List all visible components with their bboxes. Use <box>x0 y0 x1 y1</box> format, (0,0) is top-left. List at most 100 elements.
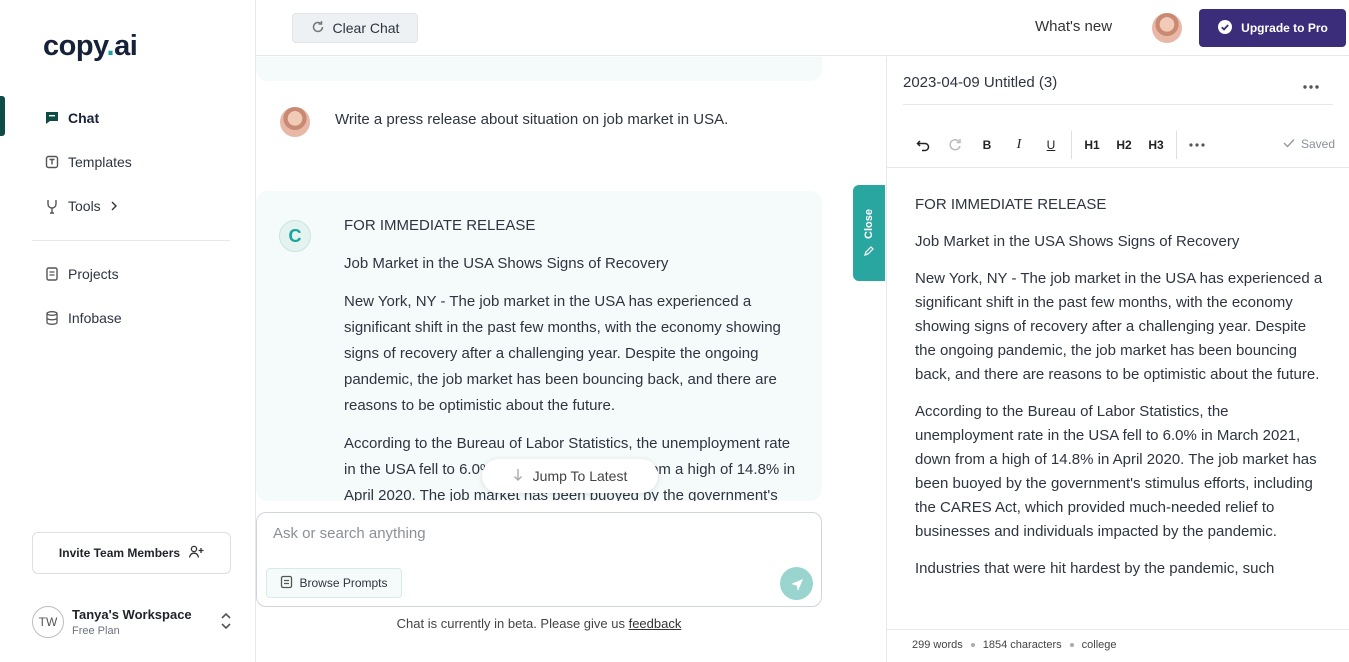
browse-prompts-label: Browse Prompts <box>299 576 388 590</box>
document-body[interactable]: FOR IMMEDIATE RELEASE Job Market in the … <box>915 193 1325 625</box>
upgrade-label: Upgrade to Pro <box>1241 21 1328 35</box>
nav-item-projects[interactable]: Projects <box>0 252 256 296</box>
workspace-info: Tanya's Workspace Free Plan <box>72 607 192 637</box>
close-tab-label: Close <box>863 209 875 239</box>
arrow-down-icon <box>513 468 523 485</box>
check-icon <box>1283 137 1295 151</box>
clear-chat-label: Clear Chat <box>332 20 400 36</box>
chat-panel: Write a press release about situation on… <box>256 57 886 662</box>
template-icon <box>44 154 60 170</box>
chevron-updown-icon <box>220 611 232 636</box>
send-button[interactable] <box>780 567 813 600</box>
italic-button[interactable]: I <box>1003 131 1035 159</box>
chat-input[interactable] <box>273 522 773 544</box>
workspace-name: Tanya's Workspace <box>72 607 192 622</box>
nav-label: Projects <box>68 266 119 282</box>
toolbar-divider-line <box>887 167 1349 168</box>
tools-icon <box>44 198 60 214</box>
database-icon <box>44 310 60 326</box>
whats-new-link[interactable]: What's new <box>1035 18 1112 35</box>
user-message-avatar <box>280 107 310 137</box>
jump-to-latest-button[interactable]: Jump To Latest <box>482 459 658 493</box>
status-divider <box>887 629 1349 630</box>
close-editor-tab[interactable]: Close <box>853 185 885 281</box>
browse-prompts-button[interactable]: Browse Prompts <box>266 568 402 598</box>
character-count: 1854 characters <box>982 639 1062 651</box>
more-horizontal-icon <box>1188 142 1206 148</box>
nav-label: Templates <box>68 154 132 170</box>
ai-response-bubble: C FOR IMMEDIATE RELEASE Job Market in th… <box>256 191 822 501</box>
title-divider <box>903 104 1333 105</box>
chat-input-box: Browse Prompts <box>256 512 822 607</box>
nav-label: Tools <box>68 198 101 214</box>
pencil-icon <box>863 245 875 257</box>
user-message-text: Write a press release about situation on… <box>335 111 729 128</box>
logo-suffix: ai <box>114 30 138 62</box>
document-editor: 2023-04-09 Untitled (3) B I U H1 H2 H3 S… <box>886 57 1349 662</box>
heading-1-button[interactable]: H1 <box>1076 131 1108 159</box>
workspace-plan: Free Plan <box>72 625 120 637</box>
ai-response-text: FOR IMMEDIATE RELEASE Job Market in the … <box>344 213 804 501</box>
verified-badge-icon <box>1217 19 1233 38</box>
document-icon <box>44 266 60 282</box>
invite-team-members-button[interactable]: Invite Team Members <box>32 532 231 574</box>
redo-icon <box>948 138 962 152</box>
chat-icon <box>44 110 60 126</box>
more-options-icon[interactable] <box>1302 77 1320 95</box>
heading-3-button[interactable]: H3 <box>1140 131 1172 159</box>
add-user-icon <box>188 545 204 562</box>
logo-main: copy <box>43 30 107 62</box>
document-paragraph: FOR IMMEDIATE RELEASE <box>915 196 1107 213</box>
word-count: 299 words <box>912 639 963 651</box>
top-bar: Clear Chat What's new Upgrade to Pro <box>256 0 1349 56</box>
app-root: copy.ai Chat Templates Tools Projects In… <box>0 0 1349 662</box>
logo-dot: . <box>106 30 115 62</box>
save-status: Saved <box>1283 137 1335 151</box>
undo-button[interactable] <box>907 131 939 159</box>
prompt-icon <box>280 575 293 592</box>
previous-message-bubble <box>256 57 822 81</box>
secondary-nav: Projects Infobase <box>0 252 256 340</box>
feedback-link[interactable]: feedback <box>629 616 682 631</box>
nav-item-chat[interactable]: Chat <box>0 96 256 140</box>
invite-label: Invite Team Members <box>58 546 181 560</box>
ai-paragraph: FOR IMMEDIATE RELEASE <box>344 217 536 234</box>
ai-paragraph: New York, NY - The job market in the USA… <box>344 293 781 414</box>
workspace-switcher[interactable]: TW Tanya's Workspace Free Plan <box>32 600 242 644</box>
heading-2-button[interactable]: H2 <box>1108 131 1140 159</box>
send-icon <box>789 576 805 592</box>
beta-text: Chat is currently in beta. Please give u… <box>396 616 629 631</box>
more-formatting-button[interactable] <box>1181 131 1213 159</box>
document-paragraph: Industries that were hit hardest by the … <box>915 560 1275 577</box>
stat-separator <box>1069 643 1074 647</box>
saved-label: Saved <box>1301 137 1336 151</box>
document-stats: 299 words 1854 characters college <box>912 639 1117 651</box>
jump-label: Jump To Latest <box>532 468 628 484</box>
primary-nav: Chat Templates Tools <box>0 96 256 228</box>
user-message: Write a press release about situation on… <box>280 107 840 137</box>
chevron-right-icon <box>109 201 119 211</box>
nav-item-templates[interactable]: Templates <box>0 140 256 184</box>
user-avatar[interactable] <box>1152 13 1182 43</box>
stat-separator <box>970 643 975 647</box>
ai-avatar: C <box>279 220 311 252</box>
redo-button[interactable] <box>939 131 971 159</box>
document-title[interactable]: 2023-04-09 Untitled (3) <box>903 74 1057 91</box>
nav-item-tools[interactable]: Tools <box>0 184 256 228</box>
nav-label: Infobase <box>68 310 122 326</box>
bold-button[interactable]: B <box>971 131 1003 159</box>
nav-label: Chat <box>68 110 100 126</box>
ai-paragraph: Job Market in the USA Shows Signs of Rec… <box>344 255 669 272</box>
clear-chat-button[interactable]: Clear Chat <box>292 13 418 43</box>
beta-notice: Chat is currently in beta. Please give u… <box>256 616 822 631</box>
document-paragraph: New York, NY - The job market in the USA… <box>915 270 1323 383</box>
workspace-avatar: TW <box>32 606 64 638</box>
refresh-icon <box>311 20 325 37</box>
copyai-logo[interactable]: copy.ai <box>43 30 138 63</box>
nav-item-infobase[interactable]: Infobase <box>0 296 256 340</box>
reading-level: college <box>1081 639 1117 651</box>
underline-button[interactable]: U <box>1035 131 1067 159</box>
upgrade-to-pro-button[interactable]: Upgrade to Pro <box>1199 9 1346 47</box>
editor-toolbar: B I U H1 H2 H3 <box>887 125 1349 165</box>
sidebar: copy.ai Chat Templates Tools Projects In… <box>0 0 256 662</box>
